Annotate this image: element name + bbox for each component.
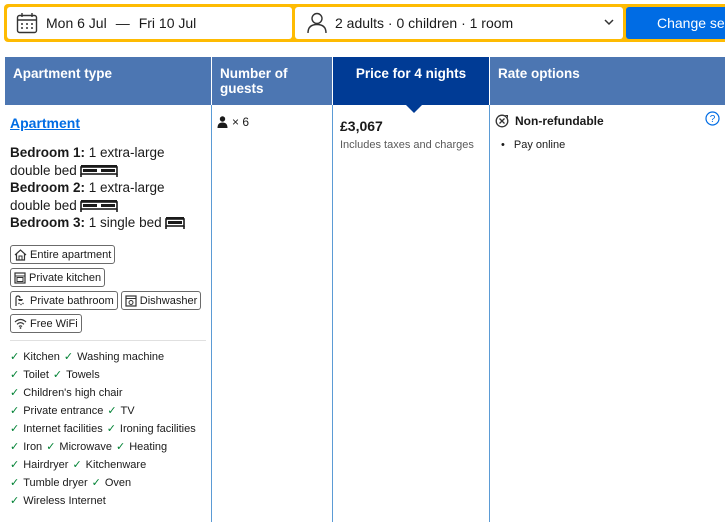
price-header-caret	[405, 104, 423, 113]
checkin-date: Mon 6 Jul	[46, 15, 107, 31]
facility-item: ✓ Ironing facilities	[106, 423, 196, 435]
facility-list: ✓ Kitchen ✓ Washing machine ✓ Toilet ✓ Towels …	[10, 348, 210, 510]
chevron-down-icon	[604, 19, 614, 26]
rate-policy: Non-refundable	[495, 114, 604, 128]
wifi-icon	[14, 318, 27, 329]
facility-item: ✓ Children's high chair	[10, 387, 123, 399]
badge-private-bathroom: Private bathroom	[10, 291, 118, 310]
check-icon: ✓	[10, 387, 20, 399]
facility-row: ✓ Private entrance ✓ TV	[10, 402, 210, 420]
check-icon: ✓	[10, 459, 20, 471]
badge-dishwasher: Dishwasher	[120, 291, 202, 310]
facility-item: ✓ Hairdryer	[10, 459, 69, 471]
facility-row: ✓ Toilet ✓ Towels	[10, 366, 210, 384]
date-picker[interactable]: Mon 6 Jul — Fri 10 Jul	[7, 7, 292, 39]
check-icon: ✓	[115, 441, 126, 453]
facility-item: ✓ Iron	[10, 441, 43, 453]
facility-item: ✓ Microwave	[46, 441, 112, 453]
double-bed-icon	[80, 199, 118, 212]
facility-item: ✓ TV	[107, 405, 135, 417]
bedroom-item: Bedroom 2: 1 extra-large double bed	[10, 180, 165, 213]
check-icon: ✓	[10, 495, 20, 507]
facility-item: ✓ Toilet	[10, 369, 49, 381]
badge-free-wifi: Free WiFi	[10, 314, 82, 333]
header-rate-options: Rate options	[490, 57, 725, 105]
price-amount: £3,067	[340, 118, 383, 134]
check-icon: ✓	[46, 441, 56, 453]
facility-item: ✓ Towels	[52, 369, 100, 381]
check-icon: ✓	[106, 423, 116, 435]
calendar-icon	[16, 13, 38, 34]
person-icon	[307, 12, 327, 34]
check-icon: ✓	[52, 369, 63, 381]
facility-item: ✓ Wireless Internet	[10, 495, 106, 507]
header-apartment-type: Apartment type	[5, 57, 211, 105]
column-divider	[332, 105, 333, 522]
room-table: Apartment type Number of guests Price fo…	[5, 57, 725, 522]
payment-label: Pay online	[513, 139, 566, 151]
apartment-link[interactable]: Apartment	[10, 115, 80, 131]
check-icon: ✓	[63, 351, 74, 363]
rate-policy-label: Non-refundable	[515, 114, 604, 128]
facility-item: ✓ Tumble dryer	[10, 477, 88, 489]
column-divider	[211, 105, 212, 522]
double-bed-icon	[80, 164, 118, 177]
check-icon: ✓	[72, 459, 82, 471]
guest-selector[interactable]: 2 adults · 0 children · 1 room	[295, 7, 623, 39]
check-icon: ✓	[10, 423, 20, 435]
facility-row: ✓ Wireless Internet	[10, 492, 210, 510]
facility-item: ✓ Heating	[115, 441, 168, 453]
svg-text:?: ?	[710, 114, 716, 125]
search-bar: Mon 6 Jul — Fri 10 Jul 2 adults · 0 chil…	[4, 4, 725, 42]
facility-item: ✓ Washing machine	[63, 351, 165, 363]
check-icon: ✓	[10, 477, 20, 489]
check-icon: ✓	[10, 405, 20, 417]
facility-row: ✓ Tumble dryer ✓ Oven	[10, 474, 210, 492]
facility-item: ✓ Internet facilities	[10, 423, 103, 435]
change-search-button[interactable]: Change search	[626, 7, 725, 39]
check-icon: ✓	[10, 441, 20, 453]
single-bed-icon	[164, 217, 185, 229]
date-separator: —	[115, 15, 130, 31]
oven-icon	[14, 271, 26, 284]
bedroom-list: Bedroom 1: 1 extra-large double bed Bedr…	[10, 144, 206, 232]
payment-option: • Pay online	[501, 139, 565, 151]
facility-item: ✓ Kitchen	[10, 351, 60, 363]
facility-item: ✓ Kitchenware	[72, 459, 147, 471]
check-icon: ✓	[91, 477, 101, 489]
guest-capacity: × 6	[217, 115, 249, 129]
facility-row: ✓ Hairdryer ✓ Kitchenware	[10, 456, 210, 474]
badge-entire-apartment: Entire apartment	[10, 245, 116, 264]
facility-item: ✓ Private entrance	[10, 405, 104, 417]
house-icon	[14, 248, 27, 261]
facility-row: ✓ Iron ✓ Microwave ✓ Heating	[10, 438, 210, 456]
check-icon: ✓	[107, 405, 117, 417]
help-icon[interactable]: ?	[705, 111, 720, 126]
divider	[10, 340, 206, 341]
check-icon: ✓	[10, 369, 20, 381]
column-divider	[489, 105, 490, 522]
badge-private-kitchen: Private kitchen	[10, 268, 106, 287]
bedroom-item: Bedroom 3: 1 single bed	[10, 214, 206, 232]
guests-summary: 2 adults · 0 children · 1 room	[335, 15, 514, 31]
dishwasher-icon	[125, 294, 137, 307]
bullet: •	[501, 139, 505, 151]
facility-row: ✓ Children's high chair	[10, 384, 210, 402]
checkout-date: Fri 10 Jul	[138, 15, 197, 31]
facility-row: ✓ Internet facilities ✓ Ironing facilities	[10, 420, 210, 438]
facility-row: ✓ Kitchen ✓ Washing machine	[10, 348, 210, 366]
header-price: Price for 4 nights	[333, 57, 489, 105]
facility-item: ✓ Oven	[91, 477, 132, 489]
person-icon	[217, 116, 228, 128]
header-number-of-guests: Number of guests	[212, 57, 332, 105]
check-icon: ✓	[10, 351, 20, 363]
non-refundable-icon	[495, 114, 509, 128]
guest-count: × 6	[232, 115, 250, 129]
shower-icon	[15, 294, 24, 306]
price-note: Includes taxes and charges	[340, 139, 474, 151]
bedroom-item: Bedroom 1: 1 extra-large double bed	[10, 145, 165, 178]
amenity-badges: Entire apartment Private kitchen Private…	[10, 245, 210, 337]
